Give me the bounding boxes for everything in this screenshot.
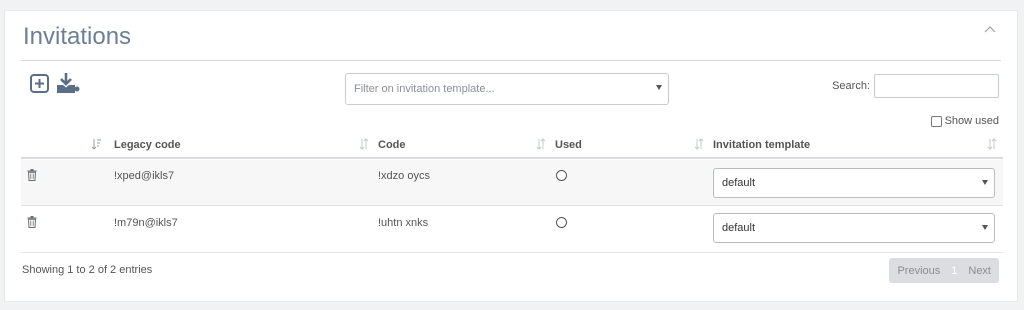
next-button[interactable]: Next <box>960 265 999 277</box>
invitations-panel: Invitations Filter on invitation templat… <box>4 10 1018 302</box>
code-cell: !uhtn xnks <box>378 217 429 229</box>
legacy-code-cell: !m79n@ikls7 <box>114 217 178 229</box>
used-radio[interactable] <box>556 170 567 181</box>
download-tray-icon[interactable] <box>55 72 81 94</box>
search-input[interactable] <box>874 74 999 98</box>
filter-placeholder: Filter on invitation template... <box>354 83 495 95</box>
search-label: Search: <box>832 80 870 92</box>
column-header-code[interactable]: Code <box>378 139 406 151</box>
show-used-checkbox[interactable] <box>930 115 942 127</box>
trash-icon[interactable] <box>27 169 37 181</box>
title-divider <box>21 60 1001 61</box>
show-used-label: Show used <box>944 115 999 127</box>
legacy-code-cell: !xped@ikls7 <box>114 170 175 182</box>
table-row: !xped@ikls7 !xdzo oycs default <box>21 160 1003 206</box>
column-header-legacy-code[interactable]: Legacy code <box>114 139 181 151</box>
template-filter-select[interactable]: Filter on invitation template... <box>345 73 669 105</box>
previous-button[interactable]: Previous <box>889 265 948 277</box>
invitation-template-select[interactable]: default <box>713 213 995 243</box>
chevron-up-icon[interactable] <box>983 23 997 37</box>
table-row: !m79n@ikls7 !uhtn xnks default <box>21 207 1003 253</box>
caret-down-icon <box>982 180 988 185</box>
caret-down-icon <box>982 225 988 230</box>
trash-icon[interactable] <box>27 216 37 228</box>
used-radio[interactable] <box>556 217 567 228</box>
pagination: Previous 1 Next <box>889 258 999 283</box>
sort-icon[interactable] <box>536 138 546 150</box>
invitation-template-select[interactable]: default <box>713 168 995 198</box>
sort-desc-icon[interactable] <box>91 138 101 150</box>
panel-title: Invitations <box>23 23 132 50</box>
caret-down-icon <box>656 85 662 90</box>
sort-icon[interactable] <box>359 138 369 150</box>
sort-icon[interactable] <box>694 138 704 150</box>
table-info: Showing 1 to 2 of 2 entries <box>22 264 153 276</box>
add-square-icon[interactable] <box>29 73 51 95</box>
template-value: default <box>722 177 756 189</box>
sort-icon[interactable] <box>987 138 997 150</box>
table-header: Legacy code Code Used Invitation templat… <box>21 135 1003 159</box>
code-cell: !xdzo oycs <box>378 170 430 182</box>
column-header-used[interactable]: Used <box>555 139 582 151</box>
show-used-toggle[interactable]: Show used <box>930 115 999 127</box>
template-value: default <box>722 222 756 234</box>
column-header-invitation-template[interactable]: Invitation template <box>713 139 810 151</box>
page-1-button[interactable]: 1 <box>948 265 960 277</box>
